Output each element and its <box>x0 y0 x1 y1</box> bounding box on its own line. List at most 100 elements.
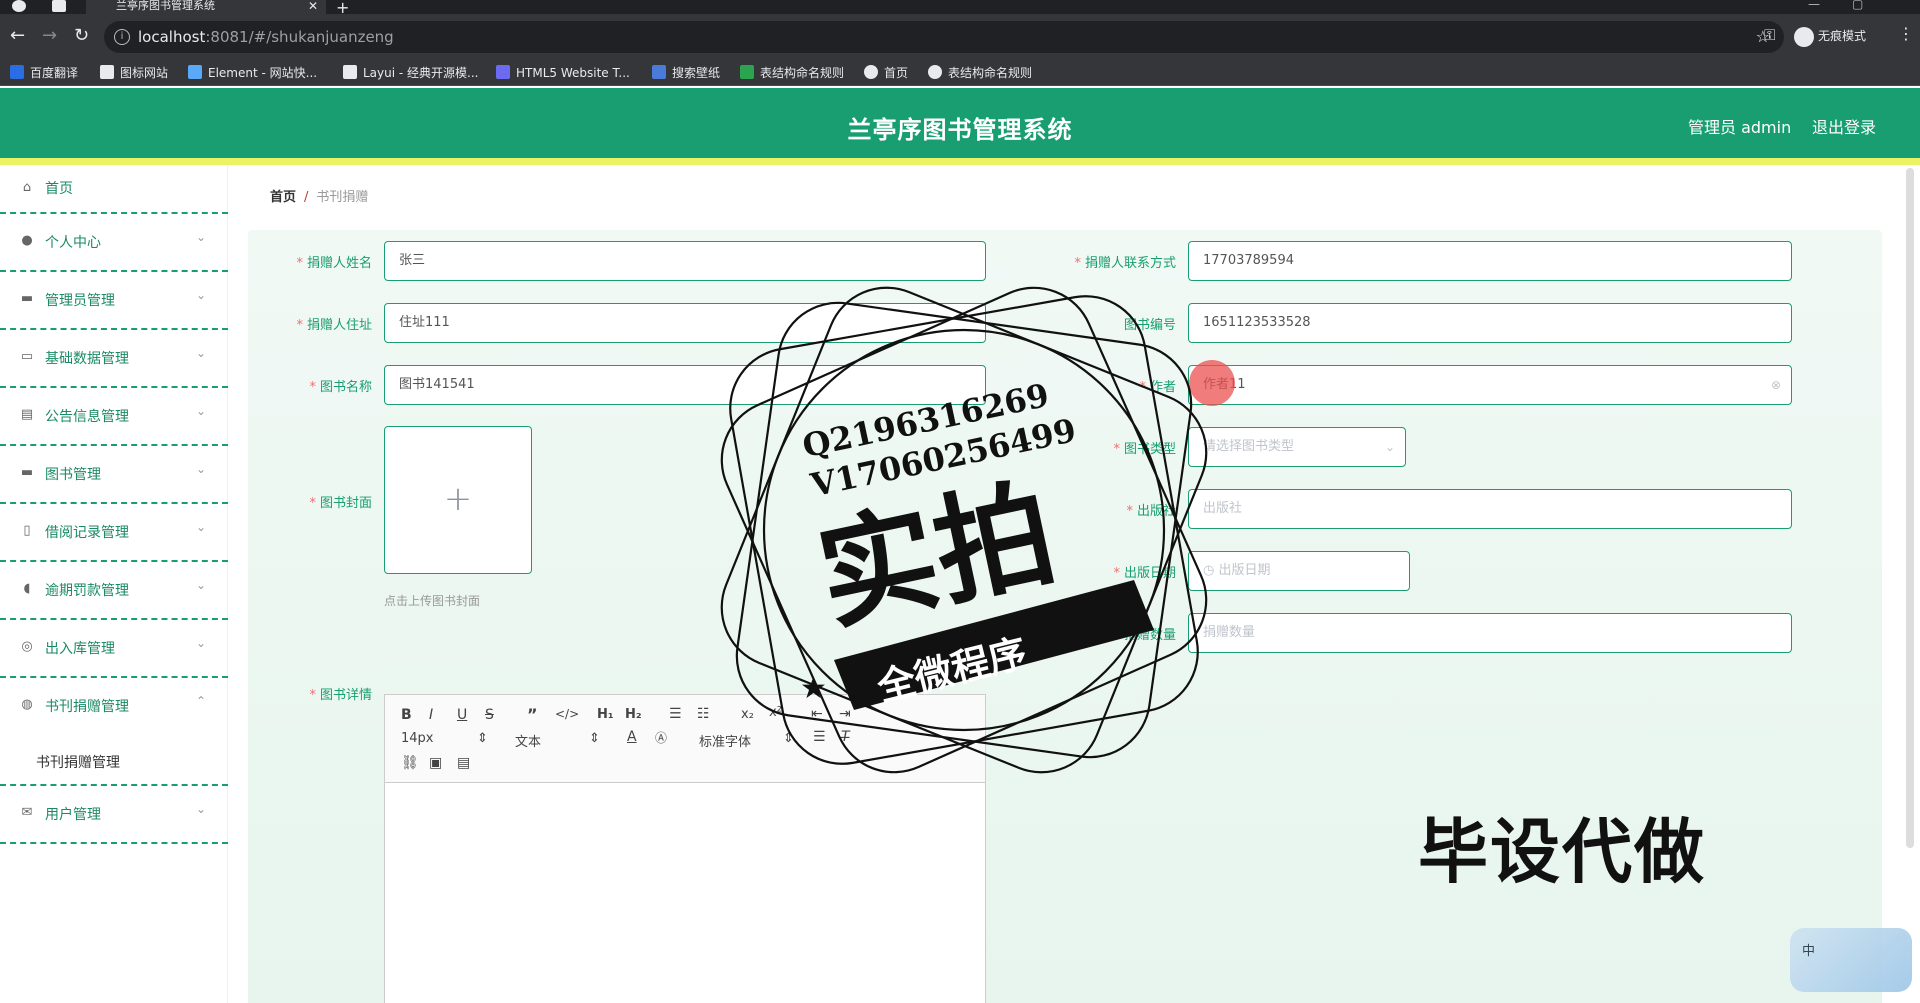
donor-contact-input[interactable]: 17703789594 <box>1188 241 1792 281</box>
text-color-icon[interactable]: A <box>627 729 637 745</box>
bookmark-item[interactable]: 搜索壁纸 <box>652 64 720 82</box>
mail-icon: ✉ <box>21 805 33 820</box>
bookmark-item[interactable]: Layui - 经典开源模... <box>343 64 478 82</box>
sidebar-item-stock[interactable]: ◎ 出入库管理 ⌄ <box>0 620 228 678</box>
indent-icon[interactable]: ⇥ <box>839 706 851 722</box>
browser-tab[interactable]: 兰亭序图书管理系统 ✕ <box>86 0 326 14</box>
field-label-donor-address: * 捐赠人住址 <box>296 318 372 333</box>
clipboard-icon: ▤ <box>20 407 34 422</box>
bookmark-item[interactable]: 表结构命名规则 <box>740 64 844 82</box>
cursor-highlight <box>1189 360 1235 406</box>
italic-icon[interactable]: I <box>429 707 433 723</box>
strike-icon[interactable]: S <box>485 707 494 723</box>
bookmark-item[interactable]: 百度翻译 <box>10 64 78 82</box>
bookmark-item[interactable]: Element - 网站快... <box>188 64 317 82</box>
bookmark-item[interactable]: 图标网站 <box>100 64 168 82</box>
globe-icon: ◎ <box>21 639 33 654</box>
superscript-icon[interactable]: x² <box>769 705 782 720</box>
admin-label: 管理员 admin <box>1688 118 1792 137</box>
image-icon[interactable]: ▣ <box>429 755 442 771</box>
book-type-select[interactable]: 请选择图书类型 ⌄ <box>1188 427 1406 467</box>
back-icon[interactable]: ← <box>10 26 25 46</box>
breadcrumb-home[interactable]: 首页 <box>270 190 296 205</box>
blockquote-icon[interactable]: ” <box>527 705 538 724</box>
clear-icon[interactable]: ⊗ <box>1771 366 1781 404</box>
bookmark-favicon-icon <box>496 65 510 79</box>
forward-icon[interactable]: → <box>42 26 57 46</box>
sidebar-item-users[interactable]: ✉ 用户管理 ⌄ <box>0 786 228 844</box>
chevron-down-icon: ⌄ <box>195 578 206 592</box>
bold-icon[interactable]: B <box>401 707 412 723</box>
incognito-indicator[interactable]: 无痕模式 <box>1794 26 1866 47</box>
monitor-icon: ▬ <box>20 291 34 306</box>
maximize-icon[interactable]: ▢ <box>1852 0 1863 11</box>
field-label-publisher: * 出版社 <box>1126 504 1176 519</box>
publish-date-picker[interactable]: ◷ 出版日期 <box>1188 551 1410 591</box>
donor-name-input[interactable]: 张三 <box>384 241 986 281</box>
donate-count-input[interactable]: 捐赠数量 <box>1188 613 1792 653</box>
phone-icon: ▯ <box>23 523 31 538</box>
bookmark-item[interactable]: 表结构命名规则 <box>928 64 1032 82</box>
book-no-input[interactable]: 1651123533528 <box>1188 303 1792 343</box>
bookmark-favicon-icon <box>652 65 666 79</box>
ordered-list-icon[interactable]: ☰ <box>669 706 682 722</box>
window-icon[interactable] <box>52 0 66 12</box>
page-scrollbar[interactable] <box>1906 168 1914 848</box>
field-label-book-name: * 图书名称 <box>309 380 372 395</box>
incognito-label: 无痕模式 <box>1818 29 1867 43</box>
sidebar-item-personal[interactable]: ● 个人中心 ⌄ <box>0 214 228 272</box>
video-icon[interactable]: ▤ <box>457 755 470 771</box>
browser-menu-icon[interactable]: ⋮ <box>1898 24 1914 43</box>
bookmark-item[interactable]: HTML5 Website T... <box>496 64 630 82</box>
url-path: :8081/#/shukanjuanzeng <box>205 28 394 46</box>
select-arrows-icon: ⇕ <box>477 731 488 746</box>
bullet-list-icon[interactable]: ☷ <box>697 706 710 722</box>
clear-format-icon[interactable]: T̶ <box>841 729 850 745</box>
sidebar-item-books[interactable]: ▬ 图书管理 ⌄ <box>0 446 228 504</box>
font-family-select[interactable]: 标准字体 ⇕ <box>699 731 794 750</box>
code-icon[interactable]: </> <box>555 707 579 721</box>
cover-upload-button[interactable]: + <box>384 426 532 574</box>
sidebar-item-notices[interactable]: ▤ 公告信息管理 ⌄ <box>0 388 228 446</box>
publisher-input[interactable]: 出版社 <box>1188 489 1792 529</box>
sidebar-item-admins[interactable]: ▬ 管理员管理 ⌄ <box>0 272 228 330</box>
sidebar-item-fines[interactable]: ◖ 逾期罚款管理 ⌄ <box>0 562 228 620</box>
book-name-input[interactable]: 图书141541 <box>384 365 986 405</box>
underline-icon[interactable]: U <box>457 707 467 723</box>
app-header: 兰亭序图书管理系统 管理员 admin 退出登录 <box>0 88 1920 158</box>
bookmark-favicon-icon <box>188 65 202 79</box>
key-icon[interactable]: ⚿ <box>1764 26 1775 44</box>
ime-indicator[interactable]: 中 <box>1790 928 1912 992</box>
tab-close-icon[interactable]: ✕ <box>308 0 318 12</box>
info-icon[interactable]: i <box>114 29 130 45</box>
book-details-editor[interactable]: B I U S ” </> H₁ H₂ ☰ ☷ x₂ x² ⇤ ⇥ 14px ⇕ … <box>384 694 986 1003</box>
donor-address-input[interactable]: 住址111 <box>384 303 986 343</box>
url-input[interactable]: i localhost:8081/#/shukanjuanzeng ☆ <box>104 21 1784 53</box>
sidebar-item-label: 管理员管理 <box>45 293 115 309</box>
sidebar-item-label: 个人中心 <box>45 235 101 251</box>
heading1-icon[interactable]: H₁ <box>597 707 614 722</box>
align-icon[interactable]: ☰ <box>813 729 826 745</box>
heading2-icon[interactable]: H₂ <box>625 707 642 722</box>
outdent-icon[interactable]: ⇤ <box>811 706 823 722</box>
sidebar-subitem-donation[interactable]: 书刊捐赠管理 <box>0 736 228 786</box>
author-input[interactable]: 作者11⊗ <box>1188 365 1792 405</box>
field-label-cover: * 图书封面 <box>309 496 372 511</box>
field-label-publish-date: * 出版日期 <box>1113 566 1176 581</box>
chevron-down-icon: ⌄ <box>195 520 206 534</box>
reload-icon[interactable]: ↻ <box>74 26 89 46</box>
sidebar-item-donation[interactable]: ◍ 书刊捐赠管理 ⌃ <box>0 678 228 736</box>
font-size-select[interactable]: 14px ⇕ <box>401 731 488 746</box>
format-select[interactable]: 文本 ⇕ <box>515 731 600 750</box>
logout-button[interactable]: 退出登录 <box>1812 114 1876 138</box>
sidebar-item-basic-data[interactable]: ▭ 基础数据管理 ⌄ <box>0 330 228 388</box>
subscript-icon[interactable]: x₂ <box>741 707 754 722</box>
minimize-icon[interactable]: — <box>1808 0 1820 11</box>
chrome-logo-icon <box>12 0 26 12</box>
sidebar-item-borrow[interactable]: ▯ 借阅记录管理 ⌄ <box>0 504 228 562</box>
link-icon[interactable]: ⛓ <box>401 755 419 771</box>
bookmark-item[interactable]: 首页 <box>864 64 908 82</box>
watermark-corner-text: 毕设代做 <box>1418 811 1706 893</box>
background-color-icon[interactable]: Ⓐ <box>655 729 667 746</box>
field-label-book-no: 图书编号 <box>1123 318 1176 333</box>
